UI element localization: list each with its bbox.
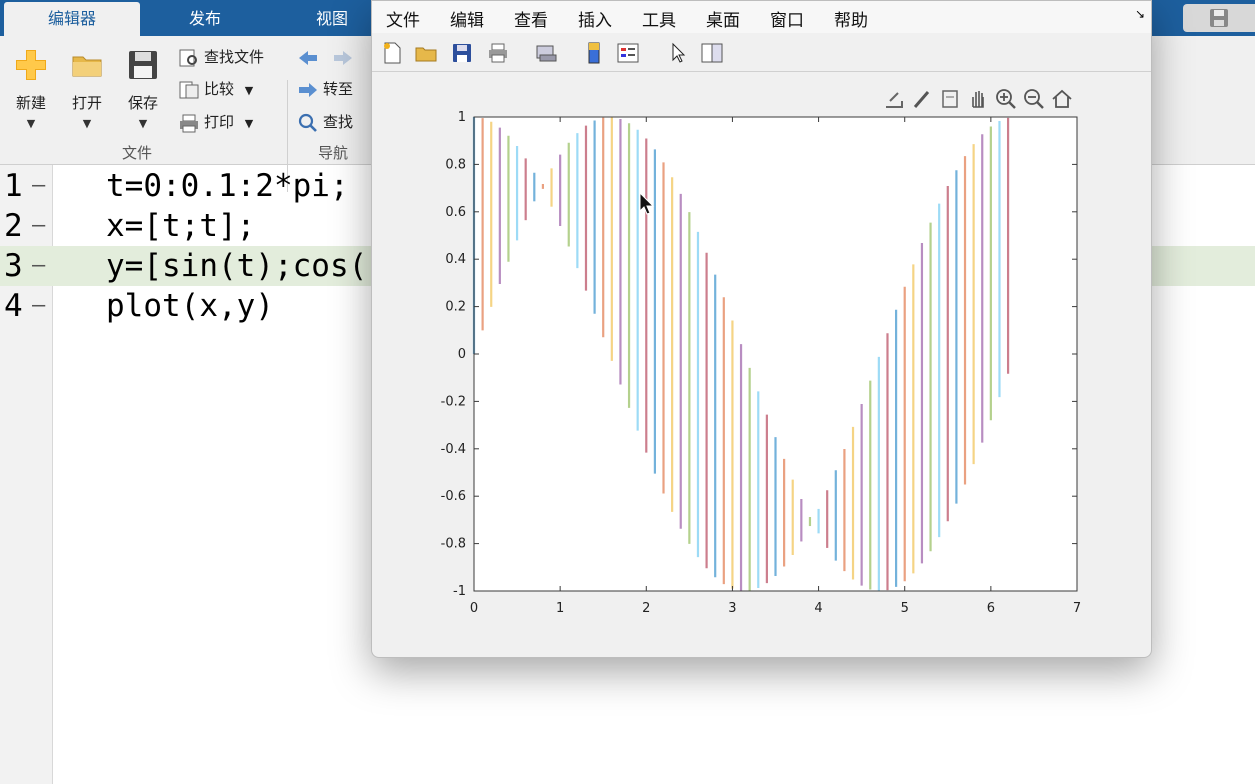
save-icon[interactable] bbox=[1207, 7, 1233, 29]
y-tick-label: -0.6 bbox=[441, 489, 466, 504]
tab-view[interactable]: 视图 bbox=[292, 2, 372, 36]
breakpoint-marker[interactable]: — bbox=[32, 166, 45, 206]
y-tick-label: 0 bbox=[458, 347, 466, 362]
open-button[interactable]: 打开 ▼ bbox=[66, 48, 108, 130]
goto-label: 转至 bbox=[323, 80, 354, 98]
print-label: 打印 bbox=[204, 113, 235, 131]
folder-icon bbox=[72, 56, 102, 77]
goto-arrow-icon bbox=[299, 82, 317, 97]
plus-icon bbox=[16, 50, 46, 80]
nav-arrows bbox=[297, 44, 354, 70]
chevron-down-icon: ▼ bbox=[82, 117, 92, 130]
y-tick-label: 0.8 bbox=[445, 157, 466, 172]
tab-editor[interactable]: 编辑器 bbox=[4, 2, 140, 36]
x-tick-label: 5 bbox=[901, 601, 909, 616]
mouse-cursor-icon bbox=[639, 191, 655, 215]
y-tick-label: 1 bbox=[458, 110, 466, 125]
open-label: 打开 bbox=[71, 94, 102, 112]
printer-icon bbox=[180, 114, 198, 132]
save-button[interactable]: 保存 ▼ bbox=[122, 48, 164, 130]
x-tick-label: 1 bbox=[556, 601, 564, 616]
code-text: y=[sin(t);cos( bbox=[106, 248, 368, 284]
find-button[interactable]: 查找 bbox=[297, 109, 353, 135]
line-number: 4 bbox=[4, 288, 23, 324]
x-tick-label: 3 bbox=[728, 601, 736, 616]
floppy-disk-icon bbox=[129, 51, 157, 79]
code-text: t=0:0.1:2*pi; bbox=[106, 168, 349, 204]
x-tick-label: 7 bbox=[1073, 601, 1081, 616]
find-label: 查找 bbox=[323, 113, 354, 131]
forward-arrow-icon[interactable] bbox=[332, 48, 354, 68]
code-text: plot(x,y) bbox=[106, 288, 274, 324]
magnifier-icon bbox=[298, 113, 317, 132]
new-button[interactable]: 新建 ▼ bbox=[10, 48, 52, 130]
print-button[interactable]: 打印 ▼ bbox=[178, 109, 253, 135]
line-number: 3 bbox=[4, 248, 23, 284]
x-tick-label: 4 bbox=[814, 601, 822, 616]
x-tick-label: 0 bbox=[470, 601, 478, 616]
y-tick-label: -0.2 bbox=[441, 394, 466, 409]
compare-label: 比较 bbox=[204, 80, 235, 98]
breakpoint-marker[interactable]: — bbox=[32, 246, 45, 286]
tab-publish[interactable]: 发布 bbox=[150, 2, 260, 36]
x-tick-label: 6 bbox=[987, 601, 995, 616]
find-files-icon bbox=[179, 49, 197, 66]
line-number: 2 bbox=[4, 208, 23, 244]
x-tick-label: 2 bbox=[642, 601, 650, 616]
find-files-button[interactable]: 查找文件 bbox=[178, 44, 264, 70]
compare-button[interactable]: 比较 ▼ bbox=[178, 76, 253, 102]
quick-access-toolbar bbox=[1183, 4, 1255, 32]
line-number: 1 bbox=[4, 168, 23, 204]
group-label-nav: 导航 bbox=[318, 144, 349, 162]
chevron-down-icon: ▼ bbox=[244, 117, 254, 130]
new-label: 新建 bbox=[15, 94, 46, 112]
breakpoint-marker[interactable]: — bbox=[32, 286, 45, 326]
save-label: 保存 bbox=[127, 94, 158, 112]
y-tick-label: 0.4 bbox=[445, 252, 466, 267]
code-text: x=[t;t]; bbox=[106, 208, 256, 244]
chevron-down-icon: ▼ bbox=[138, 117, 148, 130]
figure-window: 文件 编辑 查看 插入 工具 桌面 窗口 帮助 ↘ 0 1 2 3 4 5 6 7 1 0.8 0.… bbox=[371, 0, 1152, 658]
plot-area[interactable]: 0 1 2 3 4 5 6 7 1 0.8 0.6 0.4 0.2 0 -0.2 -0.4 -0.6 -0.8 -1 bbox=[372, 1, 1151, 657]
y-tick-label: -0.4 bbox=[441, 442, 466, 457]
chevron-down-icon: ▼ bbox=[26, 117, 36, 130]
group-label-file: 文件 bbox=[122, 144, 153, 162]
chevron-down-icon: ▼ bbox=[244, 84, 254, 97]
y-tick-label: 0.2 bbox=[445, 300, 466, 315]
goto-button[interactable]: 转至 bbox=[297, 76, 353, 102]
find-files-label: 查找文件 bbox=[204, 48, 265, 66]
back-arrow-icon[interactable] bbox=[297, 48, 319, 68]
y-tick-label: -0.8 bbox=[441, 537, 466, 552]
y-tick-label: 0.6 bbox=[445, 205, 466, 220]
compare-icon bbox=[179, 81, 199, 98]
y-tick-label: -1 bbox=[453, 584, 466, 599]
breakpoint-marker[interactable]: — bbox=[32, 206, 45, 246]
